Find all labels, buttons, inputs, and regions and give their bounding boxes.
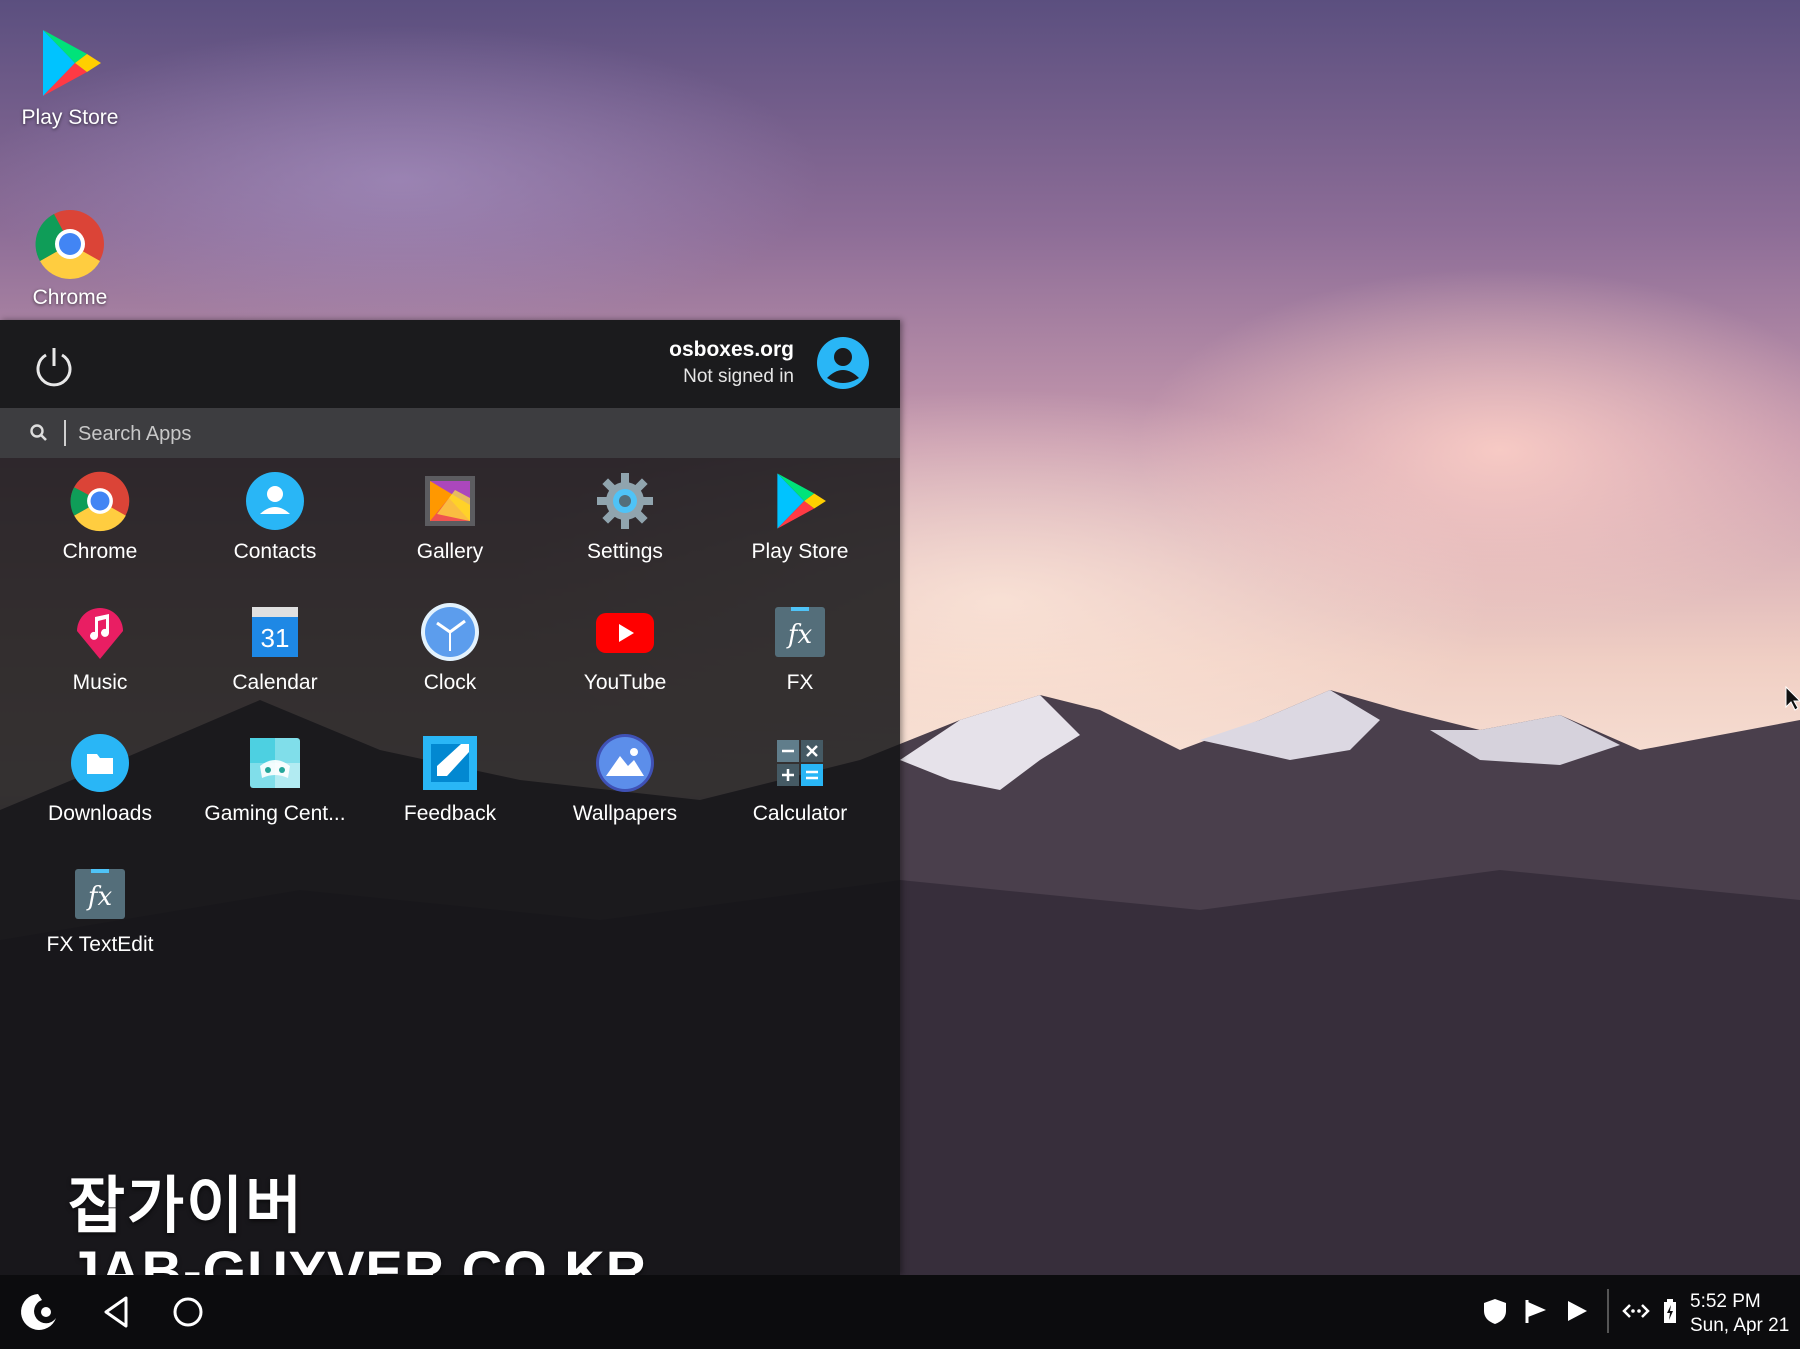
app-calendar[interactable]: 31 Calendar [190,601,360,721]
gallery-icon [425,476,475,526]
app-label: Gaming Cent... [204,802,346,825]
app-label: Wallpapers [572,802,678,825]
app-label: Contacts [233,540,317,563]
chrome-icon [70,471,130,532]
svg-text:fx: fx [786,620,813,650]
app-label: Play Store [751,540,849,563]
fx-icon: fx [775,607,825,657]
app-clock[interactable]: Clock [365,601,535,721]
taskbar: 5:52 PM Sun, Apr 21 [0,1275,1800,1349]
wallpapers-icon [596,734,654,792]
desktop-icon-play-store[interactable]: Play Store [0,26,140,130]
app-label: FX [786,671,814,694]
user-name: osboxes.org [669,338,794,361]
app-fx[interactable]: fx FX [715,601,885,721]
app-label: Settings [587,540,663,563]
app-downloads[interactable]: Downloads [15,732,185,852]
calendar-icon: 31 [252,607,298,657]
gaming-center-icon [250,738,300,788]
app-label: Gallery [416,540,484,563]
play-notification-icon[interactable] [1563,1297,1591,1325]
app-youtube[interactable]: YouTube [540,601,710,721]
start-menu: osboxes.org Not signed in Chrome [0,320,900,1275]
app-gaming-center[interactable]: Gaming Cent... [190,732,360,852]
settings-gear-icon [597,473,653,529]
app-label: YouTube [583,671,667,694]
play-store-icon [777,473,826,529]
app-calculator[interactable]: Calculator [715,732,885,852]
power-icon[interactable] [30,342,78,390]
search-bar[interactable] [0,408,900,458]
launcher-logo-icon[interactable] [16,1290,60,1334]
app-fx-textedit[interactable]: fx FX TextEdit [15,863,185,983]
clock-icon [421,603,479,661]
app-gallery[interactable]: Gallery [365,470,535,590]
clock-date[interactable]: Sun, Apr 21 [1690,1315,1789,1337]
mouse-pointer-icon [1785,686,1800,711]
chrome-icon [35,210,104,279]
app-label: Feedback [403,802,497,825]
text-caret [64,420,66,446]
back-icon[interactable] [94,1290,138,1334]
app-contacts[interactable]: Contacts [190,470,360,590]
shield-icon[interactable] [1481,1297,1509,1325]
youtube-icon [596,613,654,653]
play-store-icon [43,30,101,96]
menu-header: osboxes.org Not signed in [0,320,900,408]
account-avatar-icon[interactable] [816,336,870,390]
app-label: Music [72,671,128,694]
calculator-icon [777,740,823,786]
network-icon[interactable] [1622,1297,1650,1325]
flag-notification-icon[interactable] [1522,1297,1550,1325]
desktop-icon-label: Chrome [32,286,108,309]
app-label: Chrome [62,540,138,563]
app-feedback[interactable]: Feedback [365,732,535,852]
desktop-icon-label: Play Store [21,106,119,129]
app-label: Clock [423,671,477,694]
app-label: FX TextEdit [46,933,154,956]
tray-divider [1607,1289,1609,1333]
svg-text:fx: fx [86,882,113,912]
app-label: Calculator [752,802,848,825]
app-label: Downloads [48,802,152,825]
app-label: Calendar [232,671,318,694]
search-apps-input[interactable] [76,416,780,452]
app-music[interactable]: Music [15,601,185,721]
app-play-store[interactable]: Play Store [715,470,885,590]
home-icon[interactable] [166,1290,210,1334]
app-settings[interactable]: Settings [540,470,710,590]
downloads-icon [71,734,129,792]
contacts-icon [246,472,304,530]
fx-textedit-icon: fx [75,869,125,919]
watermark-korean: 잡가이버 [68,1172,305,1241]
desktop-icon-chrome[interactable]: Chrome [0,208,140,310]
feedback-icon [423,736,477,790]
calendar-badge: 31 [261,623,290,653]
search-icon [30,424,47,441]
user-status: Not signed in [683,366,794,387]
app-chrome[interactable]: Chrome [15,470,185,590]
app-wallpapers[interactable]: Wallpapers [540,732,710,852]
clock-time[interactable]: 5:52 PM [1690,1291,1761,1313]
music-icon [77,608,123,659]
battery-icon[interactable] [1656,1297,1684,1325]
